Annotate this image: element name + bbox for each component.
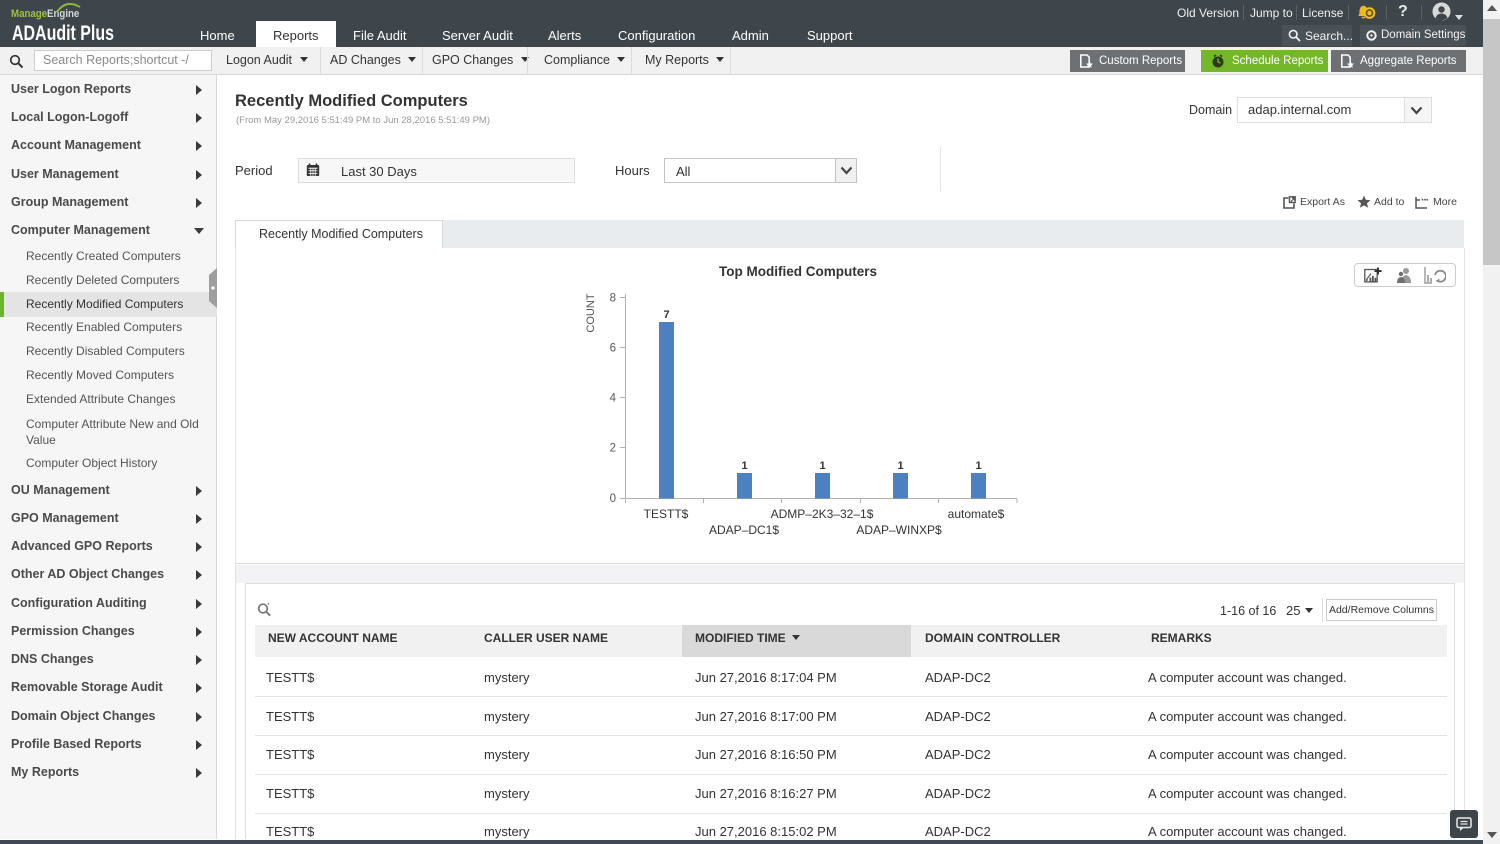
svg-text:1: 1 [975,460,981,472]
svg-text:1: 1 [819,460,825,472]
svg-text:ADMP–2K3–32–1$: ADMP–2K3–32–1$ [771,507,874,521]
svg-text:ADAP–WINXP$: ADAP–WINXP$ [856,523,942,537]
svg-text:6: 6 [610,343,616,355]
svg-text:automate$: automate$ [948,507,1005,521]
svg-text:TESTT$: TESTT$ [644,507,689,521]
svg-text:0: 0 [610,493,616,505]
svg-text:7: 7 [663,309,669,321]
svg-text:ADAP–DC1$: ADAP–DC1$ [709,523,779,537]
svg-text:4: 4 [610,393,617,405]
svg-text:1: 1 [741,460,747,472]
svg-text:COUNT: COUNT [585,293,597,332]
svg-text:2: 2 [610,443,616,455]
svg-text:8: 8 [610,293,616,305]
svg-text:1: 1 [897,460,903,472]
